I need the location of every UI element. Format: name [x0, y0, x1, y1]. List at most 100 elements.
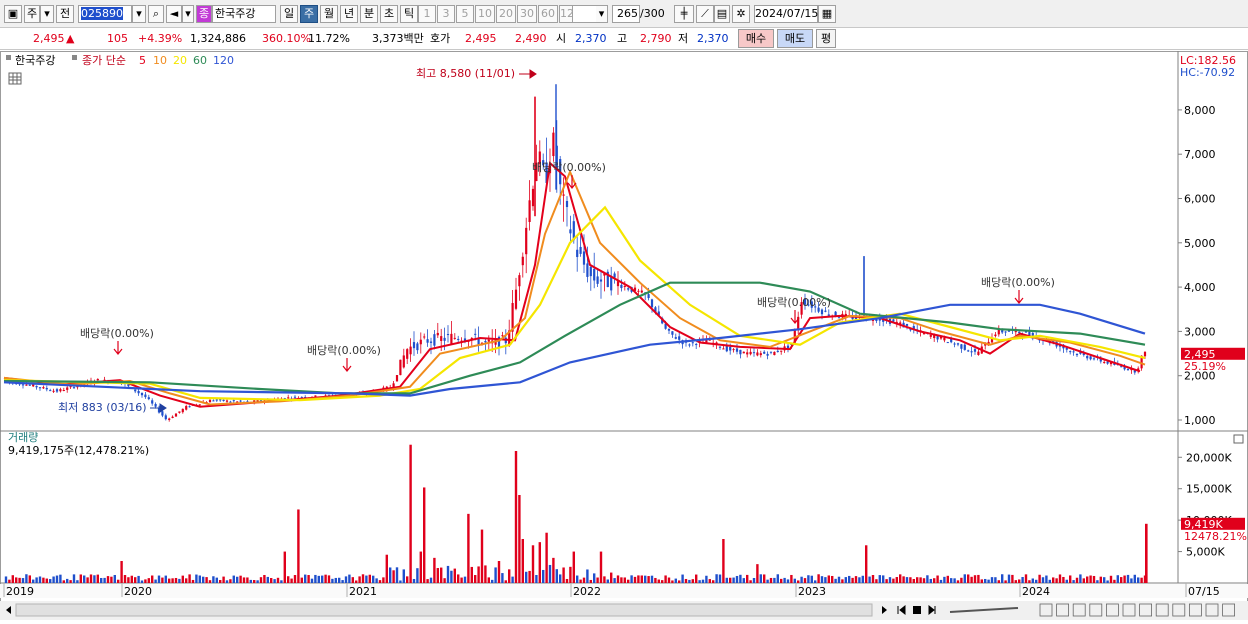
volume-bar — [232, 575, 235, 583]
volume-bar — [569, 566, 572, 583]
volume-bar — [916, 577, 919, 583]
volume-bar — [565, 578, 569, 583]
candle-body — [579, 246, 582, 254]
candle-body — [134, 389, 137, 392]
volume-bar — [511, 576, 514, 583]
count-input[interactable]: 265 — [612, 5, 640, 23]
chevron-down-icon[interactable]: ▾ — [40, 5, 54, 23]
legend-ma-prefix: 종가 단순 — [82, 54, 126, 67]
volume-bar — [933, 578, 936, 583]
interval-button-20[interactable]: 20 — [496, 5, 516, 23]
stock-code-input[interactable]: 025890 — [78, 5, 132, 23]
volume-bar — [987, 579, 990, 583]
interval-button-1[interactable]: 1 — [418, 5, 436, 23]
volume-bar — [1011, 574, 1014, 583]
market-type-select[interactable]: 주 — [24, 5, 40, 23]
period-tab-6[interactable]: 틱 — [400, 5, 418, 23]
period-tab-1[interactable]: 주 — [300, 5, 318, 23]
volume-bar — [667, 577, 671, 583]
volume-bar — [76, 580, 79, 583]
candle-body — [776, 350, 779, 352]
sell-button[interactable]: 매도 — [777, 29, 813, 48]
volume-bar — [239, 575, 242, 583]
volume-bar — [950, 578, 953, 583]
speaker-icon[interactable]: ◄ — [166, 5, 182, 23]
code-dropdown-icon[interactable]: ▾ — [132, 5, 146, 23]
interval-dropdown-icon[interactable]: ▾ — [596, 5, 608, 23]
volume-bar — [865, 545, 868, 583]
period-tab-3[interactable]: 년 — [340, 5, 358, 23]
date-input[interactable]: 2024/07/15 — [754, 5, 818, 23]
volume-tick-label: 5,000K — [1186, 546, 1225, 559]
volume-bar — [538, 542, 541, 583]
candle-body — [487, 339, 490, 342]
period-tab-2[interactable]: 월 — [320, 5, 338, 23]
volume-bar — [372, 575, 375, 583]
volume-bar — [273, 579, 276, 583]
candle-body — [406, 349, 409, 359]
candle-body — [892, 319, 895, 322]
volume-bar — [555, 569, 558, 583]
volume-bar — [610, 572, 613, 583]
period-tab-5[interactable]: 초 — [380, 5, 398, 23]
volume-bar — [752, 577, 756, 583]
volume-bar — [416, 568, 419, 583]
candle-body — [749, 351, 752, 355]
dividend-annotation: 배당락(0.00%) — [757, 296, 831, 309]
speaker-dropdown-icon[interactable]: ▾ — [182, 5, 194, 23]
volume-bar — [640, 575, 643, 583]
interval-button-60[interactable]: 60 — [538, 5, 558, 23]
candle-body — [436, 332, 439, 336]
period-tab-4[interactable]: 분 — [360, 5, 378, 23]
volume-bar — [647, 576, 650, 583]
volume-bar — [1082, 578, 1085, 583]
stock-name-field[interactable]: 한국주강 — [212, 5, 276, 23]
volume-bar — [661, 580, 664, 583]
volume-bar — [334, 577, 337, 583]
candle-type-icon[interactable]: ╪ — [674, 5, 694, 23]
layout-icon[interactable]: ▣ — [4, 5, 22, 23]
volume-bar — [861, 575, 864, 583]
interval-button-5[interactable]: 5 — [456, 5, 474, 23]
gear-icon[interactable]: ✲ — [732, 5, 750, 23]
volume-bar — [756, 564, 759, 583]
candle-body — [820, 309, 824, 315]
volume-bar — [1072, 580, 1075, 583]
candle-body — [28, 384, 31, 386]
price-volume-chart[interactable]: 8,0007,0006,0005,0004,0003,0002,0001,000… — [0, 51, 1248, 621]
period-tab-0[interactable]: 일 — [280, 5, 298, 23]
price-tick-label: 1,000 — [1184, 414, 1216, 427]
bid-ask-label: 호가 — [430, 32, 451, 45]
calendar-icon[interactable]: ▦ — [818, 5, 836, 23]
volume-bar — [446, 565, 450, 583]
candle-body — [786, 345, 790, 349]
volume-bar — [773, 577, 776, 583]
candle-body — [1126, 369, 1130, 371]
volume-bar — [188, 574, 191, 583]
prev-button[interactable]: 전 — [56, 5, 74, 23]
candle-body — [620, 284, 623, 289]
volume-bar — [504, 580, 507, 583]
volume-bar — [55, 575, 59, 583]
volume-bar — [827, 575, 830, 583]
candle-body — [429, 341, 433, 343]
volume-bar — [460, 577, 463, 583]
volume-bar — [1052, 577, 1055, 583]
save-icon[interactable]: ▤ — [714, 5, 730, 23]
candle-body — [450, 333, 453, 344]
interval-button-30[interactable]: 30 — [517, 5, 537, 23]
interval-button-10[interactable]: 10 — [475, 5, 495, 23]
volume-bar — [1126, 574, 1130, 583]
eval-button[interactable]: 평 — [816, 29, 836, 48]
volume-bar — [79, 574, 82, 583]
volume-bar — [399, 580, 402, 583]
buy-button[interactable]: 매수 — [738, 29, 774, 48]
candle-body — [671, 331, 674, 335]
search-icon[interactable]: ⌕ — [148, 5, 164, 23]
interval-button-3[interactable]: 3 — [437, 5, 455, 23]
volume-bar — [793, 578, 796, 583]
volume-bar — [389, 567, 392, 583]
candle-body — [222, 399, 225, 402]
line-tool-icon[interactable]: ⟋ — [696, 5, 714, 23]
turnover-rate: 11.72% — [308, 32, 350, 45]
